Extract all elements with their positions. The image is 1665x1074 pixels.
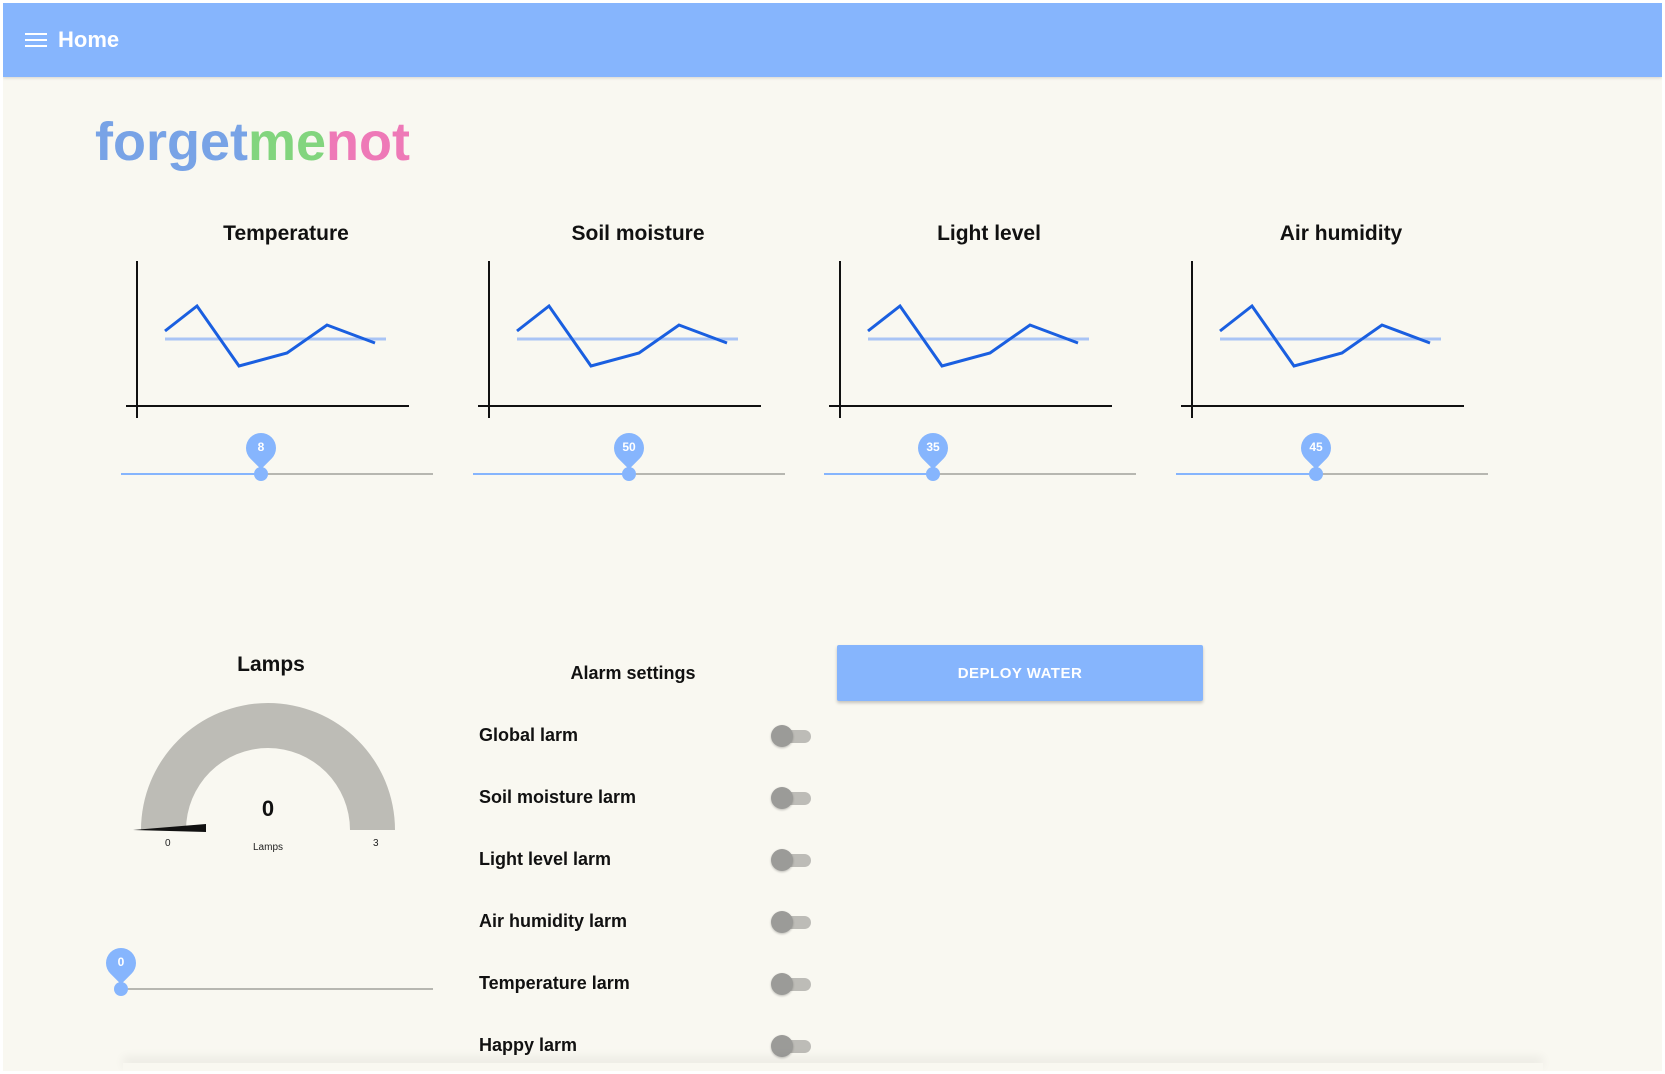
toggle-knob	[771, 973, 793, 995]
sensor-chart	[1181, 261, 1464, 418]
chart-data-line	[867, 303, 1079, 368]
deploy-water-button[interactable]: DEPLOY WATER	[837, 645, 1203, 701]
toggle-knob	[771, 849, 793, 871]
alarm-settings-title: Alarm settings	[570, 663, 696, 683]
alarm-label: Happy larm	[479, 1035, 578, 1055]
slider-track	[1176, 473, 1316, 475]
sensor-panel-temperature: Temperature 8	[121, 208, 451, 508]
toggle-knob	[771, 725, 793, 747]
toggle-knob	[771, 787, 793, 809]
logo: forgetmenot	[95, 111, 410, 173]
happy-alarm-toggle[interactable]	[771, 1035, 813, 1057]
soil-moisture-alarm-toggle[interactable]	[771, 787, 813, 809]
alarm-row-soil-moisture: Soil moisture larm	[479, 783, 819, 813]
gauge-unit-label: Lamps	[252, 842, 283, 853]
toggle-knob	[771, 911, 793, 933]
temperature-slider[interactable]: 8	[121, 426, 433, 493]
alarm-row-air-humidity: Air humidity larm	[479, 907, 819, 937]
toggle-knob	[771, 1035, 793, 1057]
slider-track	[824, 473, 933, 475]
sensor-panel-soil-moisture: Soil moisture 50	[473, 208, 803, 508]
logo-part-not: not	[326, 112, 410, 172]
light-level-alarm-toggle[interactable]	[771, 849, 813, 871]
bottom-shadow	[123, 1063, 1543, 1071]
sensor-chart	[829, 261, 1112, 418]
air-humidity-slider[interactable]: 45	[1176, 426, 1488, 493]
slider-thumb[interactable]	[926, 467, 940, 481]
gauge-min-label: 0	[165, 838, 171, 849]
alarm-row-happy: Happy larm	[479, 1031, 819, 1061]
alarm-row-light-level: Light level larm	[479, 845, 819, 875]
slider-value-label: 50	[622, 440, 636, 454]
slider-thumb[interactable]	[114, 982, 128, 996]
alarm-label: Global larm	[479, 725, 579, 745]
logo-part-me: me	[247, 112, 327, 172]
sensor-panel-air-humidity: Air humidity 45	[1176, 208, 1506, 508]
sensor-title: Soil moisture	[571, 222, 705, 245]
alarm-label: Soil moisture larm	[479, 787, 637, 807]
sensor-title: Air humidity	[1279, 222, 1403, 245]
sensor-title: Light level	[937, 222, 1041, 245]
slider-value-label: 0	[117, 955, 125, 969]
alarm-label: Temperature larm	[479, 973, 630, 993]
logo-part-forget: forget	[95, 112, 248, 172]
air-humidity-alarm-toggle[interactable]	[771, 911, 813, 933]
slider-rail	[121, 988, 433, 990]
chart-data-line	[164, 303, 376, 368]
global-alarm-toggle[interactable]	[771, 725, 813, 747]
slider-track	[473, 473, 629, 475]
slider-thumb[interactable]	[254, 467, 268, 481]
slider-thumb[interactable]	[622, 467, 636, 481]
alarm-row-temperature: Temperature larm	[479, 969, 819, 999]
sensor-title: Temperature	[223, 222, 349, 245]
alarm-label: Air humidity larm	[479, 911, 628, 931]
slider-track	[121, 473, 261, 475]
temperature-alarm-toggle[interactable]	[771, 973, 813, 995]
sensor-panel-light-level: Light level 35	[824, 208, 1154, 508]
chart-data-line	[516, 303, 728, 368]
light-level-slider[interactable]: 35	[824, 426, 1136, 493]
slider-value-label: 45	[1309, 440, 1323, 454]
slider-value-label: 35	[926, 440, 940, 454]
lamps-title: Lamps	[237, 653, 305, 676]
app-frame: Home forgetmenot Temperature 8 Soil mois…	[3, 3, 1662, 1071]
alarm-label: Light level larm	[479, 849, 612, 869]
app-bar: Home	[3, 3, 1662, 77]
app-bar-title: Home	[58, 27, 120, 52]
sensor-chart	[126, 261, 409, 418]
slider-value-label: 8	[257, 440, 265, 454]
slider-thumb[interactable]	[1309, 467, 1323, 481]
alarm-row-global: Global larm	[479, 721, 819, 751]
sensor-chart	[478, 261, 761, 418]
soil-moisture-slider[interactable]: 50	[473, 426, 785, 493]
chart-data-line	[1219, 303, 1431, 368]
gauge-max-label: 3	[373, 838, 379, 849]
lamps-slider[interactable]: 0	[99, 941, 441, 1008]
menu-icon[interactable]	[25, 33, 47, 49]
gauge-value: 0	[261, 796, 275, 821]
